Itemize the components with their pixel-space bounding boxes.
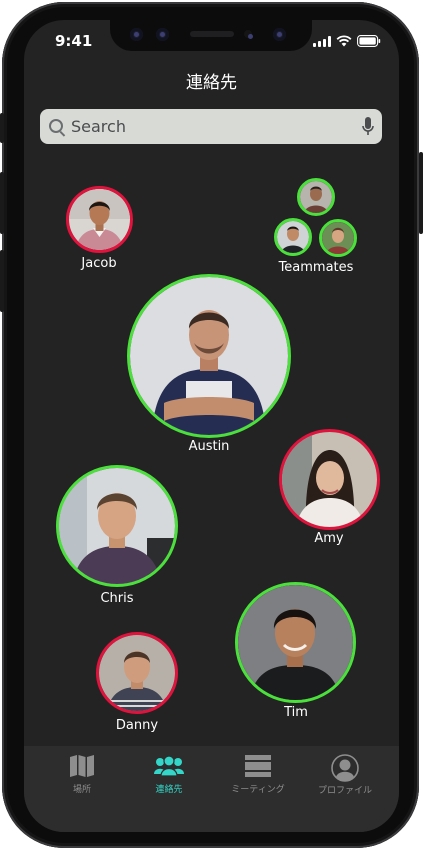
microphone-icon[interactable] (362, 117, 374, 137)
battery-icon (357, 35, 381, 47)
contact-name-tim: Tim (284, 705, 308, 720)
notch (110, 20, 312, 51)
avatar-photo (130, 277, 288, 435)
speaker-grille (190, 31, 234, 37)
tab-meetings[interactable]: ミーティング (218, 754, 298, 795)
tab-profile[interactable]: プロファイル (305, 754, 385, 796)
teammate-avatar (274, 218, 312, 256)
sensor-icon (130, 28, 143, 41)
tab-bar: 場所 連絡先 ミーティング プロファイル (24, 746, 399, 832)
screen: 9:41 連絡先 Search Jacob Teammates Austin A… (24, 20, 399, 832)
mute-switch (0, 113, 4, 143)
proximity-sensor (244, 30, 253, 39)
camera-icon (156, 28, 169, 41)
contact-name-austin: Austin (188, 439, 230, 454)
signal-icon (313, 36, 331, 47)
contact-group-teammates[interactable] (274, 178, 360, 258)
volume-down-button (0, 250, 4, 312)
contacts-icon (154, 755, 184, 777)
contact-avatar-amy[interactable] (279, 429, 380, 530)
tab-meetings-label: ミーティング (231, 785, 285, 795)
page-title: 連絡先 (186, 73, 237, 93)
status-time: 9:41 (55, 32, 93, 50)
contact-avatar-tim[interactable] (235, 582, 356, 703)
profile-icon (331, 754, 359, 782)
map-icon (70, 755, 94, 777)
avatar-photo (69, 189, 130, 250)
contact-avatar-austin[interactable] (127, 274, 291, 438)
status-icons (313, 35, 381, 47)
wifi-icon (336, 35, 352, 47)
search-icon (49, 119, 63, 133)
contact-name-jacob: Jacob (81, 256, 117, 271)
contact-avatar-jacob[interactable] (66, 186, 133, 253)
teammate-avatar (297, 178, 335, 216)
contact-avatar-danny[interactable] (96, 632, 178, 714)
avatar-photo (59, 468, 175, 584)
tab-contacts-label: 連絡先 (155, 785, 183, 795)
avatar-photo (282, 432, 377, 527)
tab-places[interactable]: 場所 (42, 754, 122, 795)
contact-name-danny: Danny (115, 718, 159, 733)
contact-name-amy: Amy (314, 531, 344, 546)
meeting-icon (245, 755, 271, 777)
contact-avatar-chris[interactable] (56, 465, 178, 587)
contact-name-chris: Chris (100, 591, 134, 606)
tab-profile-label: プロファイル (317, 786, 372, 796)
tab-contacts[interactable]: 連絡先 (129, 754, 209, 795)
front-camera-icon (273, 28, 286, 41)
power-button (419, 152, 423, 234)
teammate-avatar (319, 219, 357, 257)
avatar-photo (99, 635, 175, 711)
volume-up-button (0, 172, 4, 234)
avatar-photo (238, 585, 353, 700)
contact-name-teammates: Teammates (278, 260, 354, 275)
search-bar[interactable]: Search (40, 109, 382, 144)
search-input[interactable]: Search (71, 117, 126, 136)
tab-places-label: 場所 (72, 785, 91, 795)
